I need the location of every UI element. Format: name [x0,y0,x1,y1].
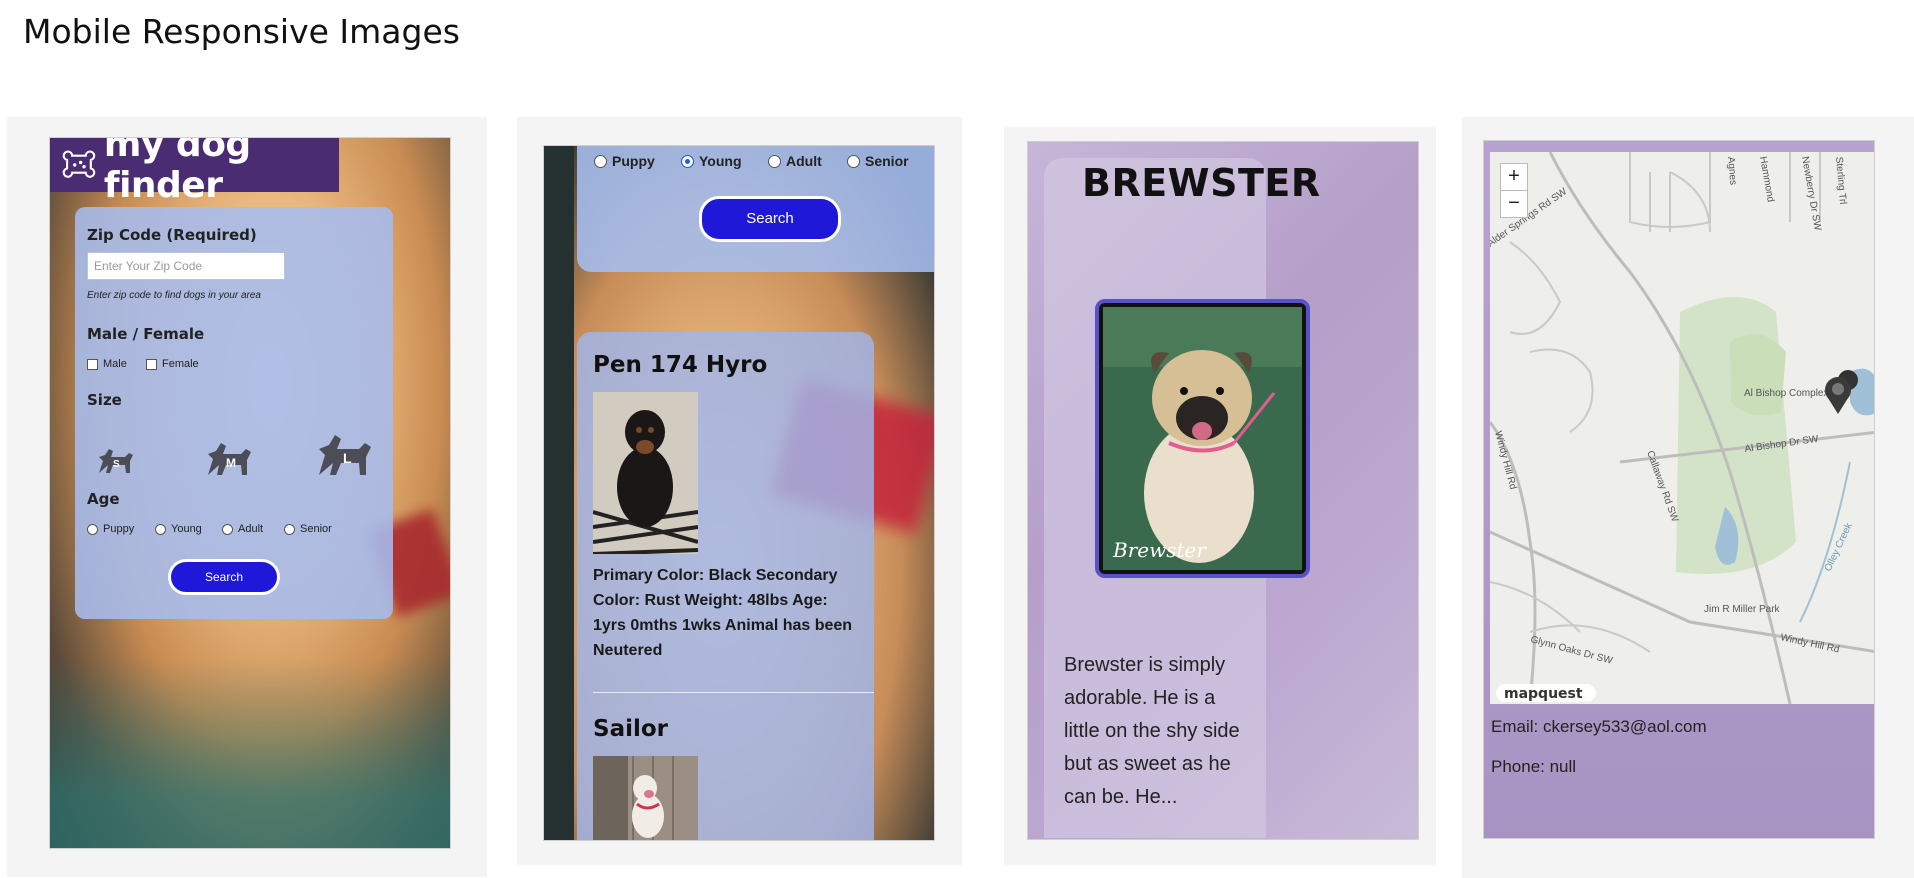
logo-text: my dog finder [103,137,251,206]
page-title: Mobile Responsive Images [23,12,460,51]
male-checkbox[interactable]: Male [87,358,127,370]
zoom-out-button[interactable]: − [1500,190,1528,218]
divider [593,692,874,693]
brewster-photo: Brewster [1103,307,1302,570]
age-option-label: Senior [300,523,332,535]
zoom-in-button[interactable]: + [1500,163,1528,191]
pet-description: Primary Color: Black Secondary Color: Ru… [593,567,853,659]
search-form-panel: Zip Code (Required) Enter Your Zip Code … [75,207,393,619]
large-size-letter: L [343,450,352,466]
phone-screen-detail: BREWSTER Brewster Brewster is simply ado… [1027,141,1419,840]
gender-label: Male / Female [87,325,205,343]
zip-label: Zip Code (Required) [87,226,257,244]
place-label-al-bishop: Al Bishop Complex [1744,388,1828,399]
pet-name[interactable]: Sailor [593,716,668,742]
age-radio-puppy[interactable]: Puppy [87,523,134,535]
large-dog-icon[interactable]: L [313,425,377,479]
medium-size-letter: M [226,456,236,470]
pet-name-heading: BREWSTER [1082,161,1321,205]
mapquest-logo: mapquest [1504,686,1583,702]
dog-photo-image [593,392,698,554]
place-label-jim-miller: Jim R Miller Park [1704,604,1781,615]
female-label: Female [162,358,199,370]
age-radio-young[interactable]: Young [155,523,202,535]
age-option-label: Young [171,523,202,535]
male-label: Male [103,358,127,370]
small-size-letter: S [113,459,120,470]
contact-phone: Phone: null [1491,757,1577,776]
age-label: Age [87,490,120,508]
filter-panel: Puppy Young Adult Senior Search [577,146,934,272]
dog-bone-logo-icon [62,150,96,178]
pet-photo[interactable] [593,756,698,840]
phone-screen-contact: Alder Springs Rd SW Windy Hill Rd Callaw… [1483,140,1875,839]
age-option-label: Adult [786,153,822,169]
screenshot-card-3: BREWSTER Brewster Brewster is simply ado… [1004,127,1436,865]
pet-name[interactable]: Pen 174 Hyro [593,352,767,378]
female-checkbox[interactable]: Female [146,358,199,370]
age-option-label: Puppy [103,523,135,535]
size-label: Size [87,391,122,409]
screenshot-card-1: my dog finder Zip Code (Required) Enter … [7,117,487,877]
zip-code-input[interactable]: Enter Your Zip Code [87,252,285,280]
pet-description: Brewster is simply adorable. He is a lit… [1064,654,1240,808]
pet-photo[interactable] [593,392,698,554]
contact-email: Email: ckersey533@aol.com [1491,717,1707,736]
age-option-label: Senior [865,153,909,169]
age-radio-puppy[interactable]: Puppy [594,153,655,169]
logo-banner[interactable]: my dog finder [50,138,339,206]
screenshot-card-2: Puppy Young Adult Senior Search Pen 174 … [517,117,962,865]
age-radio-adult[interactable]: Adult [768,153,822,169]
age-option-label: Puppy [612,153,655,169]
phone-screen-search-form: my dog finder Zip Code (Required) Enter … [49,137,451,849]
age-option-label: Young [699,153,742,169]
search-button[interactable]: Search [699,196,841,242]
age-option-label: Adult [238,523,264,535]
photo-caption: Brewster [1112,538,1207,562]
search-button[interactable]: Search [168,559,280,595]
zip-hint: Enter zip code to find dogs in your area [87,290,261,301]
results-panel: Pen 174 Hyro Primary Color: Black Second… [577,332,874,840]
age-radio-senior[interactable]: Senior [847,153,909,169]
pet-photo-frame[interactable]: Brewster [1095,299,1310,578]
age-radio-senior[interactable]: Senior [284,523,332,535]
medium-dog-icon[interactable]: M [202,437,256,479]
age-radio-adult[interactable]: Adult [222,523,263,535]
dog-photo-image [593,756,698,840]
age-radio-young[interactable]: Young [681,153,742,169]
map-tiles: Alder Springs Rd SW Windy Hill Rd Callaw… [1490,152,1874,704]
phone-screen-results: Puppy Young Adult Senior Search Pen 174 … [543,145,935,841]
screenshot-card-4: Alder Springs Rd SW Windy Hill Rd Callaw… [1462,117,1914,878]
location-map[interactable]: Alder Springs Rd SW Windy Hill Rd Callaw… [1490,152,1874,704]
small-dog-icon[interactable]: S [95,443,137,477]
